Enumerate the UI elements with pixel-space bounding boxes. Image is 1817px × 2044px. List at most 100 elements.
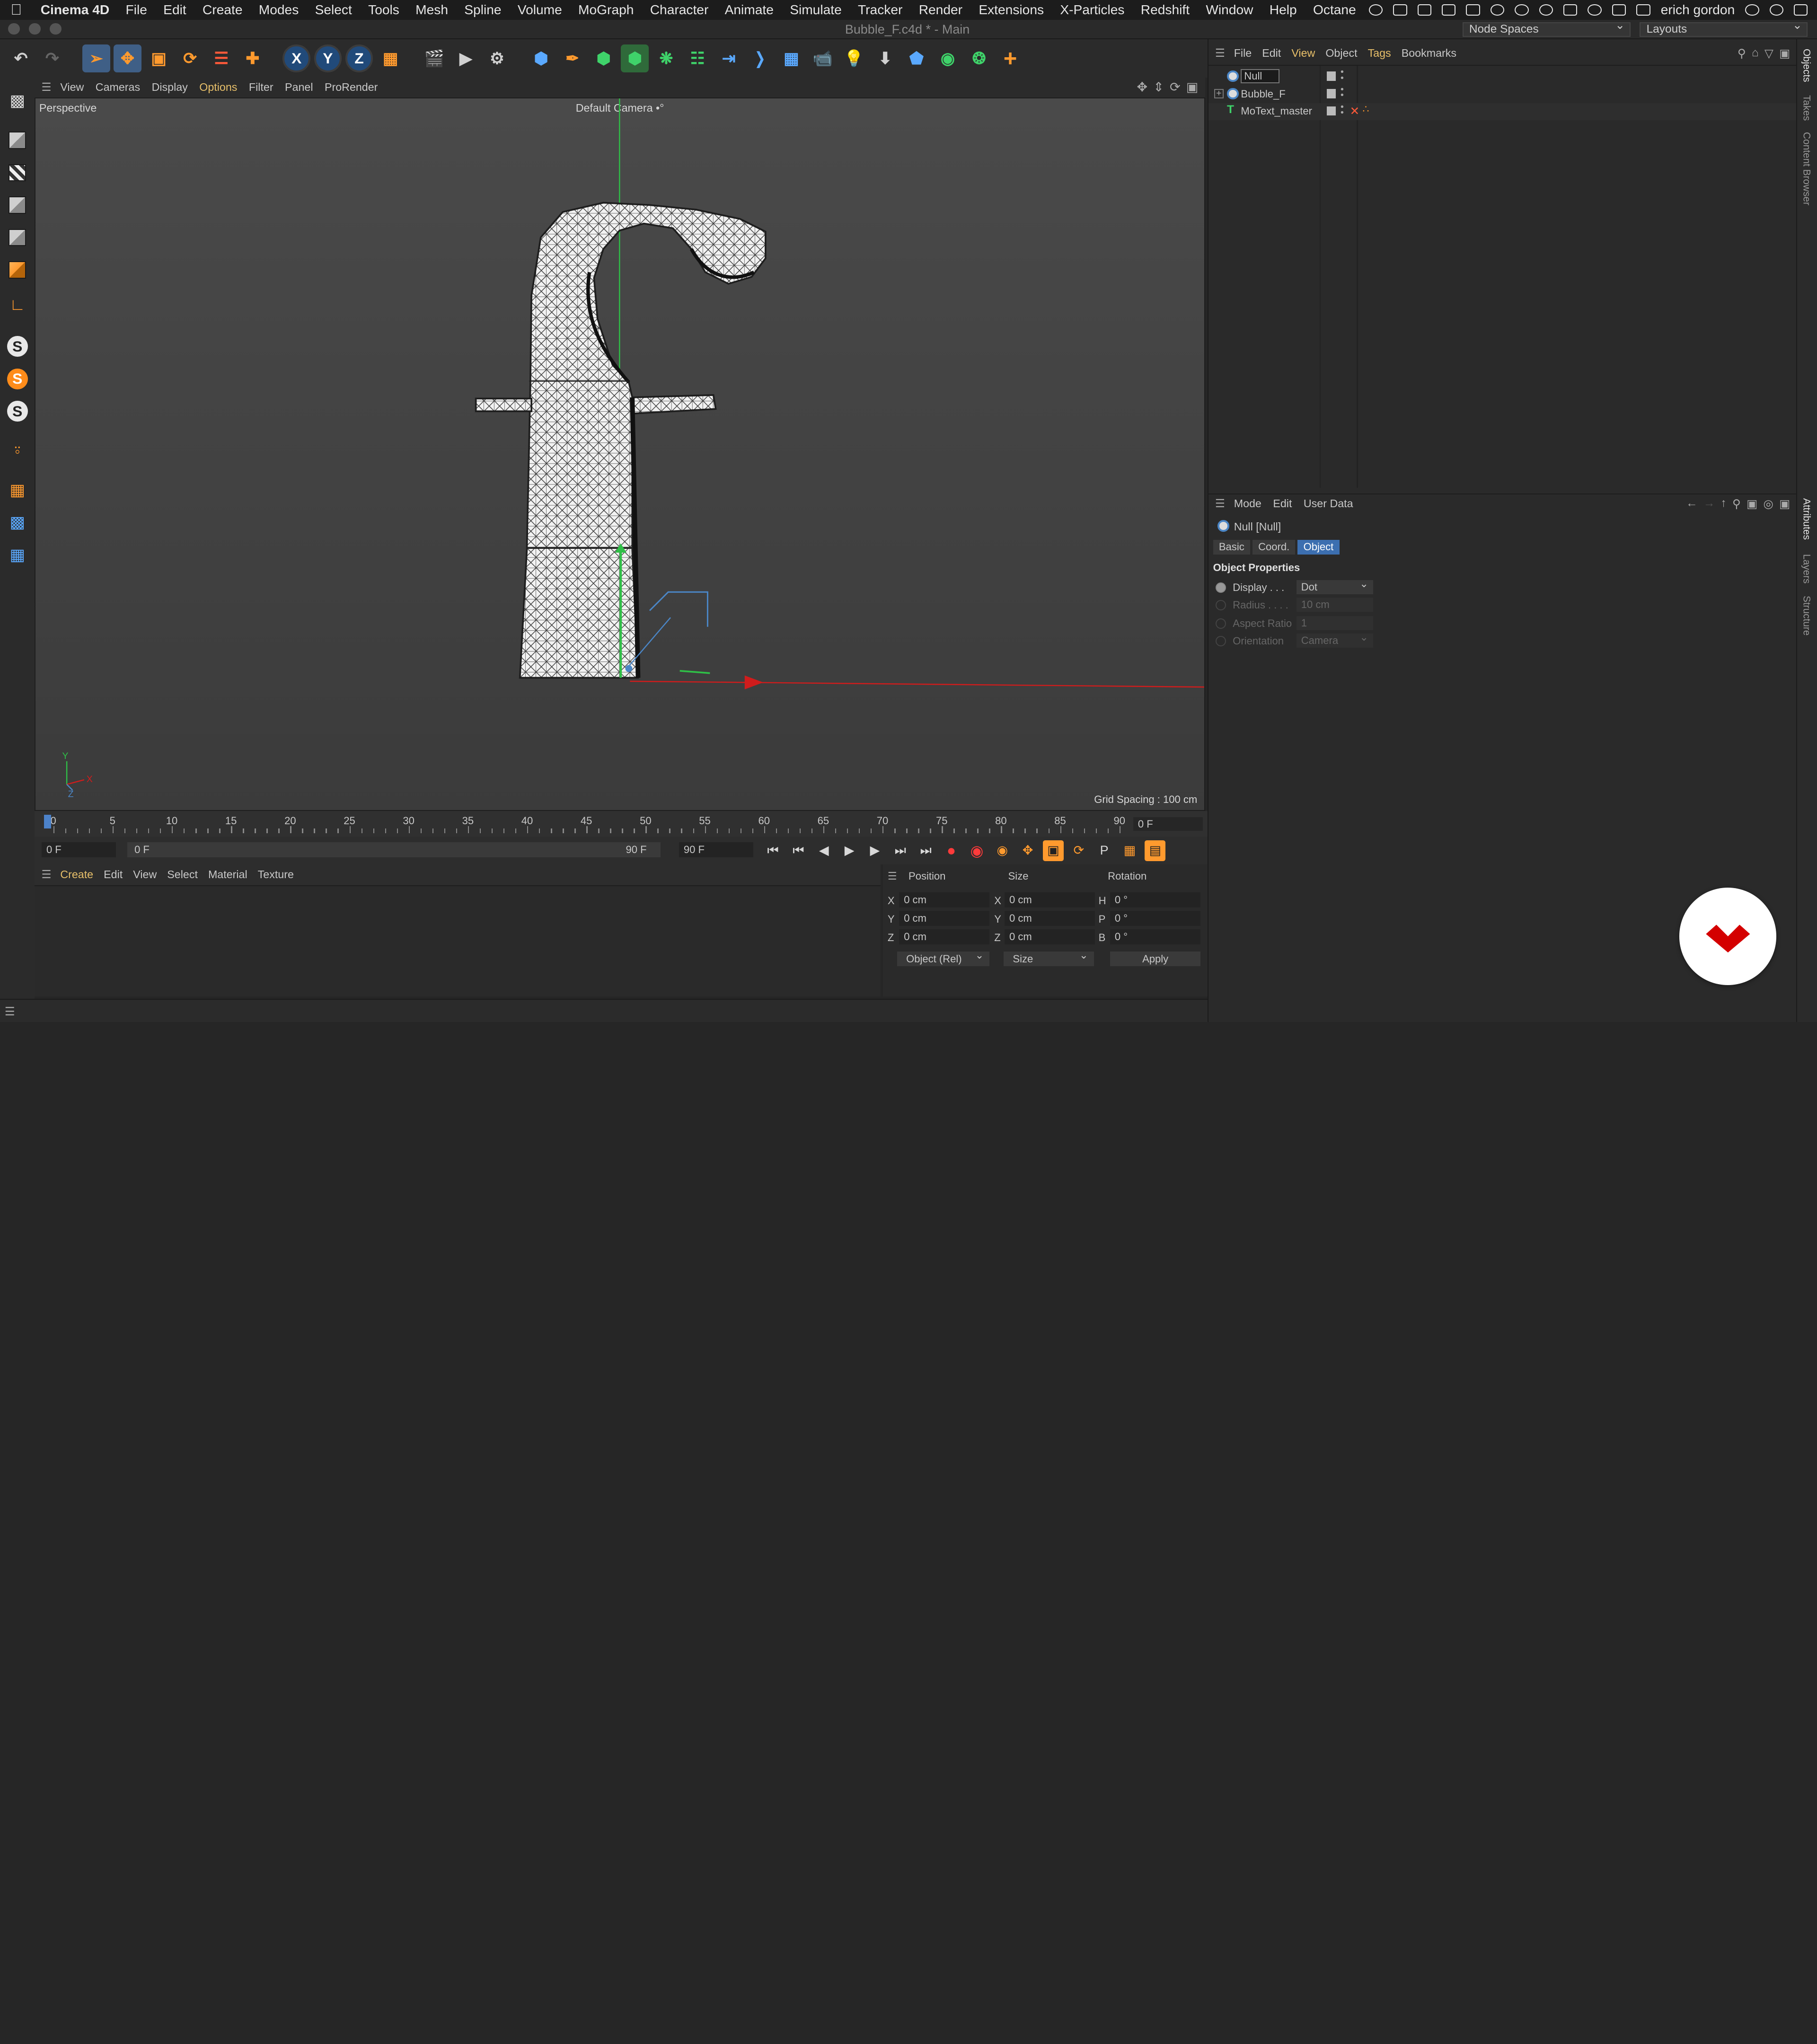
apple-icon[interactable]:  xyxy=(0,1,33,18)
menu-tools[interactable]: Tools xyxy=(360,2,407,18)
object-menu-icon[interactable]: ☰ xyxy=(1208,47,1232,60)
plugin-icon[interactable]: ◉ xyxy=(934,44,961,72)
material-menu-select[interactable]: Select xyxy=(165,868,206,881)
render-settings-icon[interactable]: ⚙ xyxy=(483,44,511,72)
coordinate-system-icon[interactable]: ▦ xyxy=(377,44,405,72)
bluetooth-icon[interactable] xyxy=(1563,4,1578,16)
position-x-field[interactable]: 0 cm xyxy=(899,892,990,907)
go-to-end-icon[interactable]: ⏭ xyxy=(916,840,936,861)
messages-icon[interactable] xyxy=(1417,4,1432,16)
magnet-icon[interactable]: ⍤ xyxy=(3,437,31,465)
coord-menu-icon[interactable]: ☰ xyxy=(888,870,897,882)
side-tab-structure[interactable]: Structure xyxy=(1800,596,1812,635)
search-icon[interactable]: ⚲ xyxy=(1738,46,1746,61)
pan-icon[interactable]: ✥ xyxy=(1137,80,1147,95)
side-tab-layers[interactable]: Layers xyxy=(1800,554,1812,583)
layer-icon[interactable] xyxy=(1326,71,1336,81)
cloner-icon[interactable]: ☷ xyxy=(684,44,712,72)
size-mode-dropdown[interactable]: Size xyxy=(1003,948,1094,967)
polygons-mode-icon[interactable] xyxy=(3,256,31,284)
target-icon[interactable]: ◎ xyxy=(1764,497,1773,511)
object-menu-bookmarks[interactable]: Bookmarks xyxy=(1399,47,1464,60)
new-window-icon[interactable]: ▣ xyxy=(1779,46,1790,61)
user-name[interactable]: erich gordon xyxy=(1661,2,1735,18)
autokey-icon[interactable]: ◉ xyxy=(966,840,987,861)
coord-mode-dropdown[interactable]: Object (Rel) xyxy=(897,948,990,967)
dropbox-icon[interactable] xyxy=(1442,4,1456,16)
texture-mode-icon[interactable] xyxy=(3,159,31,187)
object-menu-file[interactable]: File xyxy=(1232,47,1260,60)
material-menu-icon[interactable]: ☰ xyxy=(35,868,58,881)
timeline-ruler[interactable]: 0 5 10 15 20 25 30 35 40 45 50 55 60 65 70 75 80 85 90 0 F xyxy=(35,811,1208,837)
layer-icon[interactable] xyxy=(1326,106,1336,116)
menu-create[interactable]: Create xyxy=(194,2,251,18)
snap-settings-icon[interactable]: S xyxy=(3,365,31,393)
viewport-menu-view[interactable]: View xyxy=(58,81,93,94)
material-menu-material[interactable]: Material xyxy=(206,868,256,881)
menu-redshift[interactable]: Redshift xyxy=(1133,2,1198,18)
prev-frame-icon[interactable]: ◀ xyxy=(813,840,834,861)
menu-window[interactable]: Window xyxy=(1198,2,1261,18)
prev-key-icon[interactable]: ⏮ xyxy=(788,840,809,861)
cloud-icon[interactable] xyxy=(1466,4,1480,16)
object-menu-tags[interactable]: Tags xyxy=(1366,47,1399,60)
render-view-icon[interactable]: 🎬 xyxy=(421,44,449,72)
viewport-menu-display[interactable]: Display xyxy=(150,81,197,94)
tab-object[interactable]: Object xyxy=(1297,539,1340,555)
material-menu-view[interactable]: View xyxy=(131,868,165,881)
workplane-lock-icon[interactable]: ▩ xyxy=(3,509,31,537)
plugin-2-icon[interactable]: ❂ xyxy=(965,44,993,72)
position-z-field[interactable]: 0 cm xyxy=(899,929,990,944)
perspective-viewport[interactable]: Perspective Default Camera •° Y X Z Grid… xyxy=(35,97,1205,811)
volume-icon[interactable] xyxy=(1612,4,1626,16)
edges-mode-icon[interactable] xyxy=(3,224,31,252)
effector-tag-icon[interactable]: ∴ xyxy=(1363,103,1372,115)
maximize-view-icon[interactable]: ▣ xyxy=(1186,80,1198,95)
record-keys-icon[interactable]: ● xyxy=(941,840,961,861)
cube-object-icon[interactable]: ⬢ xyxy=(527,44,555,72)
viewport-menu-cameras[interactable]: Cameras xyxy=(93,81,150,94)
object-name[interactable]: Bubble_F xyxy=(1241,88,1285,100)
frame-ruler[interactable]: 0 5 10 15 20 25 30 35 40 45 50 55 60 65 70 75 80 85 90 xyxy=(35,811,1133,837)
mograph-icon[interactable]: ❋ xyxy=(652,44,680,72)
object-menu-view[interactable]: View xyxy=(1289,47,1323,60)
snap-icon[interactable]: S xyxy=(3,333,31,361)
points-mode-icon[interactable] xyxy=(3,191,31,219)
node-spaces-dropdown[interactable]: Node Spaces xyxy=(1462,19,1631,37)
layouts-dropdown[interactable]: Layouts xyxy=(1640,19,1808,37)
filter-icon[interactable]: ▽ xyxy=(1764,46,1773,61)
key-position-icon[interactable]: ✥ xyxy=(1017,840,1038,861)
menu-app[interactable]: Cinema 4D xyxy=(33,2,118,18)
search-icon[interactable] xyxy=(1745,4,1759,16)
object-menu-edit[interactable]: Edit xyxy=(1260,47,1289,60)
menu-mesh[interactable]: Mesh xyxy=(407,2,456,18)
viewport-menu-filter[interactable]: Filter xyxy=(247,81,282,94)
position-y-field[interactable]: 0 cm xyxy=(899,910,990,926)
visibility-dots-icon[interactable]: • • xyxy=(1341,85,1344,100)
viewport-menu-icon[interactable]: ☰ xyxy=(35,81,58,94)
add-tool-icon[interactable]: ✚ xyxy=(238,44,266,72)
expand-icon[interactable]: + xyxy=(1214,88,1224,98)
rotate-tool-icon[interactable]: ⟳ xyxy=(176,44,204,72)
scale-tool-icon[interactable]: ▣ xyxy=(145,44,173,72)
make-editable-icon[interactable]: ▩ xyxy=(3,87,31,115)
camera-icon[interactable]: 📹 xyxy=(809,44,837,72)
menu-x-particles[interactable]: X-Particles xyxy=(1052,2,1132,18)
octane-download-icon[interactable]: ⬇ xyxy=(871,44,899,72)
side-tab-takes[interactable]: Takes xyxy=(1800,95,1812,121)
object-list[interactable]: Null • • + Bubble_F • • T MoText_master • •… xyxy=(1208,65,1797,488)
key-rotation-icon[interactable]: ⟳ xyxy=(1068,840,1089,861)
next-frame-icon[interactable]: ▶ xyxy=(864,840,885,861)
layer-icon[interactable] xyxy=(1326,89,1336,98)
deformer-icon[interactable]: ⇥ xyxy=(715,44,743,72)
generator-icon[interactable]: ⬢ xyxy=(621,44,649,73)
menu-octane[interactable]: Octane xyxy=(1305,2,1364,18)
tab-coord[interactable]: Coord. xyxy=(1252,539,1296,555)
viewport-menu-prorender[interactable]: ProRender xyxy=(322,81,387,94)
object-name[interactable]: Null xyxy=(1241,69,1279,84)
undo-icon[interactable]: ↶ xyxy=(7,44,35,72)
apply-button[interactable]: Apply xyxy=(1110,951,1201,967)
rotation-p-field[interactable]: 0 ° xyxy=(1110,910,1201,926)
visibility-dots-icon[interactable]: • • xyxy=(1341,102,1344,117)
menu-help[interactable]: Help xyxy=(1261,2,1305,18)
